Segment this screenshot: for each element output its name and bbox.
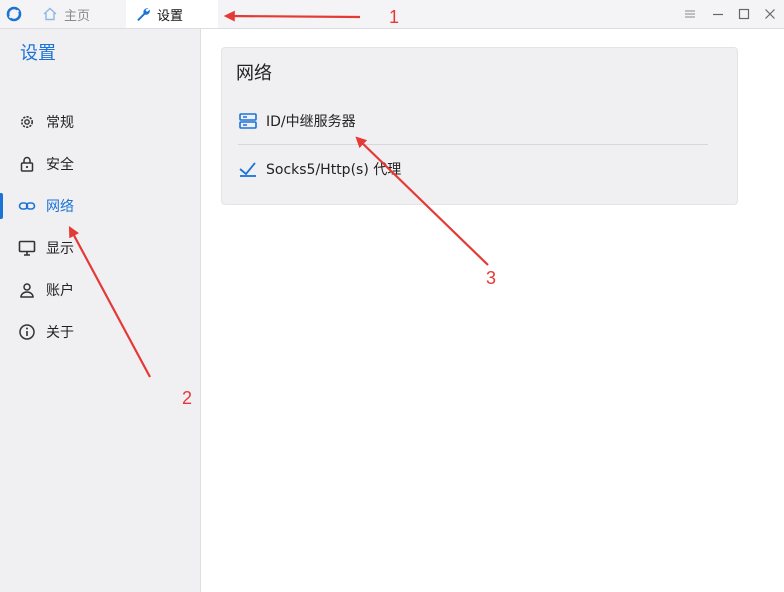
annotation-number-2: 2 (182, 388, 193, 408)
wrench-icon (137, 8, 150, 21)
tab-home-label: 主页 (64, 8, 91, 24)
tab-settings[interactable]: 设置 (126, 0, 218, 28)
card-title: 网络 (236, 63, 272, 84)
proxy-icon (239, 162, 256, 177)
id-relay-server-row[interactable]: ID/中继服务器 (238, 106, 708, 136)
minimize-icon[interactable] (710, 6, 726, 22)
maximize-icon[interactable] (736, 6, 752, 22)
sidebar-item-network[interactable]: 网络 (0, 188, 200, 224)
sidebar-item-display[interactable]: 显示 (0, 230, 200, 266)
sidebar-item-security[interactable]: 安全 (0, 146, 200, 182)
row-label: ID/中继服务器 (266, 114, 356, 130)
server-icon (239, 113, 257, 129)
sidebar-item-label: 关于 (46, 325, 74, 341)
close-icon[interactable] (762, 6, 778, 22)
divider (238, 144, 708, 145)
home-icon (43, 7, 57, 21)
annotation-number-1: 1 (389, 7, 400, 27)
gear-icon (21, 116, 33, 128)
monitor-icon (18, 240, 36, 256)
sidebar-item-label: 显示 (46, 241, 74, 257)
sidebar-item-label: 安全 (46, 157, 74, 173)
lock-icon (20, 156, 34, 172)
app-logo-icon (6, 6, 22, 22)
user-icon (20, 283, 34, 298)
network-card: 网络 ID/中继服务器 Socks5/Http(s) 代理 (221, 47, 738, 205)
sidebar-item-label: 常规 (46, 115, 74, 131)
link-icon (18, 202, 36, 210)
menu-icon[interactable] (682, 6, 698, 22)
sidebar-item-label: 账户 (46, 283, 74, 299)
sidebar-item-about[interactable]: 关于 (0, 314, 200, 350)
settings-sidebar: 设置 常规 安全 网络 显示 账户 关于 (0, 29, 201, 592)
sidebar-item-account[interactable]: 账户 (0, 272, 200, 308)
sidebar-title: 设置 (20, 43, 56, 64)
info-icon (19, 324, 35, 340)
proxy-row[interactable]: Socks5/Http(s) 代理 (238, 154, 708, 184)
sidebar-item-general[interactable]: 常规 (0, 104, 200, 140)
row-label: Socks5/Http(s) 代理 (266, 162, 402, 178)
sidebar-item-label: 网络 (46, 199, 74, 215)
tab-home[interactable]: 主页 (36, 0, 126, 28)
tab-settings-label: 设置 (157, 8, 184, 24)
annotation-number-3: 3 (486, 268, 497, 288)
